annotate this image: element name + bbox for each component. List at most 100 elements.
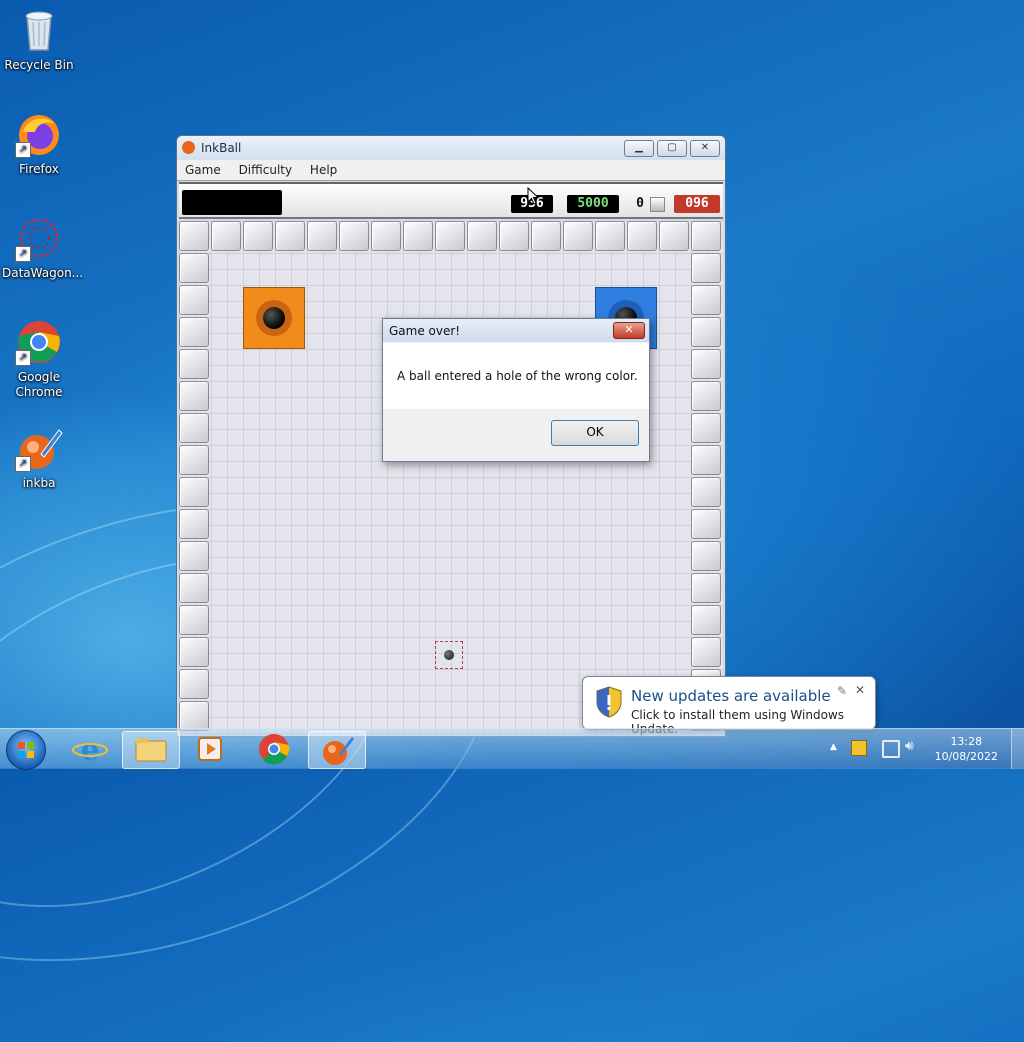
firefox-icon: ↗ [15,110,63,158]
wall-tile [435,221,465,251]
dialog-titlebar[interactable]: Game over! ✕ [383,319,649,342]
dialog-close-button[interactable]: ✕ [613,322,645,339]
shortcut-arrow-icon: ↗ [15,456,31,472]
taskbar-google-chrome[interactable] [246,731,302,767]
wall-tile [179,253,209,283]
menu-game[interactable]: Game [177,160,227,177]
wall-tile [627,221,657,251]
folder-icon [135,738,167,762]
ball-spawner [435,641,463,669]
notification-close-icon[interactable]: ✕ [855,683,865,697]
score-bar: 936 5000 0 096 [179,182,723,219]
volume-icon[interactable]: 🔊︎ [905,738,914,754]
wrench-icon[interactable]: ✎ [837,684,847,698]
wall-tile [179,221,209,251]
wall-tile [467,221,497,251]
shield-warning-icon [595,686,623,721]
taskbar-media-player[interactable] [182,731,238,767]
internet-explorer-icon: e [72,733,108,768]
svg-text:e: e [80,733,99,767]
desktop-icon-recycle-bin[interactable]: Recycle Bin [2,6,76,73]
taskbar-file-explorer[interactable] [122,731,180,769]
windows-logo-icon [18,742,34,758]
shortcut-arrow-icon: ↗ [15,142,31,158]
desktop-icon-label: Google Chrome [15,370,63,399]
update-notification[interactable]: New updates are available Click to insta… [582,676,876,736]
wall-tile [179,573,209,603]
wall-tile [179,509,209,539]
gray-ball [444,650,454,660]
wall-tile [179,285,209,315]
window-titlebar[interactable]: InkBall ▁ ▢ ✕ [177,136,725,160]
wall-tile [691,445,721,475]
timer: 096 [674,195,720,213]
taskbar-clock[interactable]: 13:28 10/08/2022 [935,734,998,764]
menu-help[interactable]: Help [302,160,343,177]
dialog-body: A ball entered a hole of the wrong color… [383,343,649,409]
wall-tile [179,477,209,507]
menu-bar: Game Difficulty Help [177,160,725,181]
app-icon [182,141,195,154]
wall-tile [211,221,241,251]
media-player-icon [198,737,222,761]
desktop-icon-firefox[interactable]: ↗ Firefox [2,110,76,177]
wall-tile [339,221,369,251]
wall-tile [691,253,721,283]
wall-tile [691,317,721,347]
start-button[interactable] [6,730,46,770]
show-desktop-button[interactable] [1011,729,1024,769]
wall-tile [179,381,209,411]
desktop-icon-label: Recycle Bin [4,58,74,72]
dialog-title: Game over! [389,324,461,338]
close-button[interactable]: ✕ [690,140,720,157]
wall-tile [691,573,721,603]
show-hidden-icons-button[interactable]: ▲ [830,742,837,752]
taskbar-inkball[interactable] [308,731,366,769]
game-over-dialog: Game over! ✕ A ball entered a hole of th… [382,318,650,462]
wall-tile [659,221,689,251]
ball-indicator-icon [650,197,665,212]
wall-tile [691,413,721,443]
wall-tile [691,381,721,411]
datawagon-icon: ↗ [15,214,63,262]
desktop-icon-google-chrome[interactable]: ↗ Google Chrome [2,318,76,400]
network-icon[interactable] [882,740,900,758]
desktop-icon-inkba[interactable]: ↗ inkba [2,424,76,491]
dialog-message: A ball entered a hole of the wrong color… [397,369,638,383]
mouse-cursor-icon [527,187,539,205]
wall-tile [691,605,721,635]
desktop-icon-label: Firefox [19,162,59,176]
orange-hole [243,287,305,349]
wall-tile [179,669,209,699]
wall-tile [275,221,305,251]
wall-tile [403,221,433,251]
action-center-flag-icon[interactable] [851,740,867,756]
desktop-icon-label: DataWagon... [2,266,84,280]
minimize-button[interactable]: ▁ [624,140,654,157]
wall-tile [179,701,209,731]
clock-time: 13:28 [950,735,983,748]
wall-tile [691,541,721,571]
game-board[interactable] [179,221,723,736]
recycle-bin-icon [15,6,63,54]
wall-tile [371,221,401,251]
ink-preview-box [182,190,282,215]
desktop-icon-datawagon[interactable]: ↗ DataWagon... [2,214,84,281]
wall-tile [691,285,721,315]
ok-button[interactable]: OK [551,420,639,446]
wall-tile [243,221,273,251]
wall-tile [499,221,529,251]
wall-tile [179,349,209,379]
menu-difficulty[interactable]: Difficulty [231,160,299,177]
wall-tile [531,221,561,251]
chrome-icon: ↗ [15,318,63,366]
desktop-icon-label: inkba [22,476,56,490]
wall-tile [179,541,209,571]
wall-tile [179,637,209,667]
wall-tile [691,637,721,667]
notification-title: New updates are available [631,687,831,705]
shortcut-arrow-icon: ↗ [15,246,31,262]
maximize-button[interactable]: ▢ [657,140,687,157]
wall-tile [307,221,337,251]
taskbar-internet-explorer[interactable]: e [62,731,118,768]
